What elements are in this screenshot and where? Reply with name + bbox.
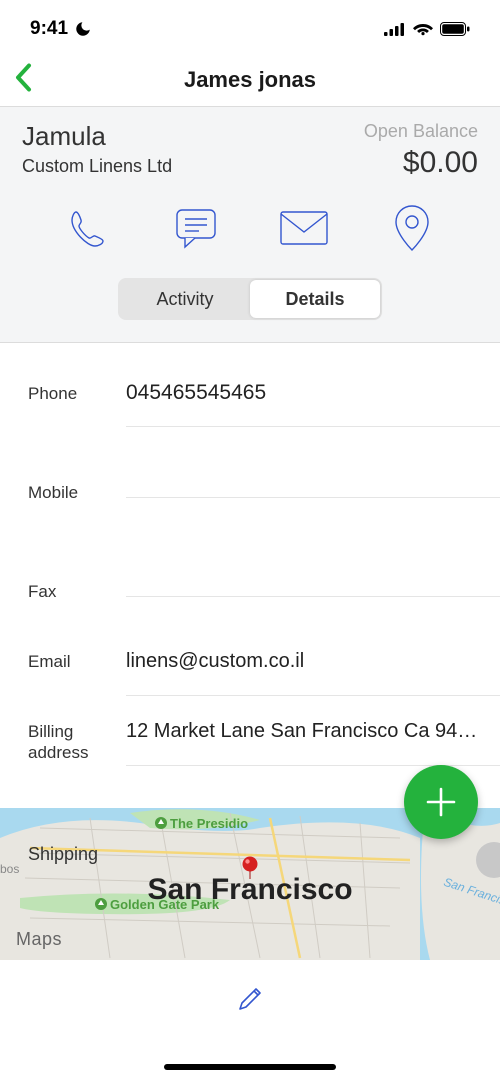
back-button[interactable]: [14, 64, 34, 97]
chat-action[interactable]: [170, 202, 222, 254]
tree-icon: [155, 817, 167, 829]
battery-icon: [440, 22, 470, 36]
balance-amount: $0.00: [364, 146, 478, 180]
row-phone: Phone 045465545465: [28, 371, 500, 442]
value-fax[interactable]: [126, 541, 500, 597]
tab-details[interactable]: Details: [250, 280, 380, 318]
customer-display-name: Jamula: [22, 121, 172, 152]
chat-icon: [173, 205, 219, 251]
label-mobile: Mobile: [28, 473, 126, 541]
status-bar: 9:41: [0, 0, 500, 54]
nav-bar: James jonas: [0, 54, 500, 106]
home-indicator[interactable]: [164, 1064, 336, 1070]
cellular-icon: [384, 22, 406, 36]
label-billing: Billing address: [28, 711, 126, 802]
value-billing[interactable]: 12 Market Lane San Francisco Ca 941…: [126, 710, 500, 766]
value-phone[interactable]: 045465545465: [126, 371, 500, 427]
fab-add[interactable]: [404, 765, 478, 839]
email-action[interactable]: [278, 202, 330, 254]
details-section: Phone 045465545465 Mobile Fax Email line…: [0, 343, 500, 802]
edit-button[interactable]: [236, 985, 264, 1018]
map-label-bos: bos: [0, 862, 19, 876]
call-action[interactable]: [62, 202, 114, 254]
pencil-icon: [236, 985, 264, 1013]
map-action[interactable]: [386, 202, 438, 254]
row-mobile: Mobile: [28, 442, 500, 541]
email-icon: [279, 210, 329, 246]
status-time: 9:41: [30, 18, 92, 40]
label-phone: Phone: [28, 374, 126, 442]
plus-icon: [424, 785, 458, 819]
page-title: James jonas: [184, 67, 316, 93]
contact-actions: [22, 202, 478, 254]
status-indicators: [384, 22, 470, 36]
phone-icon: [64, 204, 112, 252]
moon-icon: [74, 20, 92, 38]
wifi-icon: [413, 22, 433, 36]
value-mobile[interactable]: [126, 442, 500, 498]
customer-summary: Jamula Custom Linens Ltd Open Balance $0…: [0, 107, 500, 342]
maps-provider-badge: Maps: [16, 929, 62, 950]
label-fax: Fax: [28, 572, 126, 640]
chevron-left-icon: [14, 64, 34, 92]
tree-icon: [95, 898, 107, 910]
open-balance-label: Open Balance: [364, 121, 478, 142]
time-text: 9:41: [30, 18, 68, 40]
label-shipping-cut: Shipping: [28, 844, 98, 864]
map-label-presidio: The Presidio: [155, 816, 248, 831]
location-icon: [392, 203, 432, 253]
label-email: Email: [28, 642, 126, 710]
row-email: Email linens@custom.co.il: [28, 640, 500, 710]
value-email[interactable]: linens@custom.co.il: [126, 640, 500, 696]
customer-company: Custom Linens Ltd: [22, 156, 172, 177]
tab-activity[interactable]: Activity: [120, 280, 250, 318]
segmented-control: Activity Details: [118, 278, 382, 320]
row-fax: Fax: [28, 541, 500, 640]
map-city-label: San Francisco: [147, 873, 352, 907]
